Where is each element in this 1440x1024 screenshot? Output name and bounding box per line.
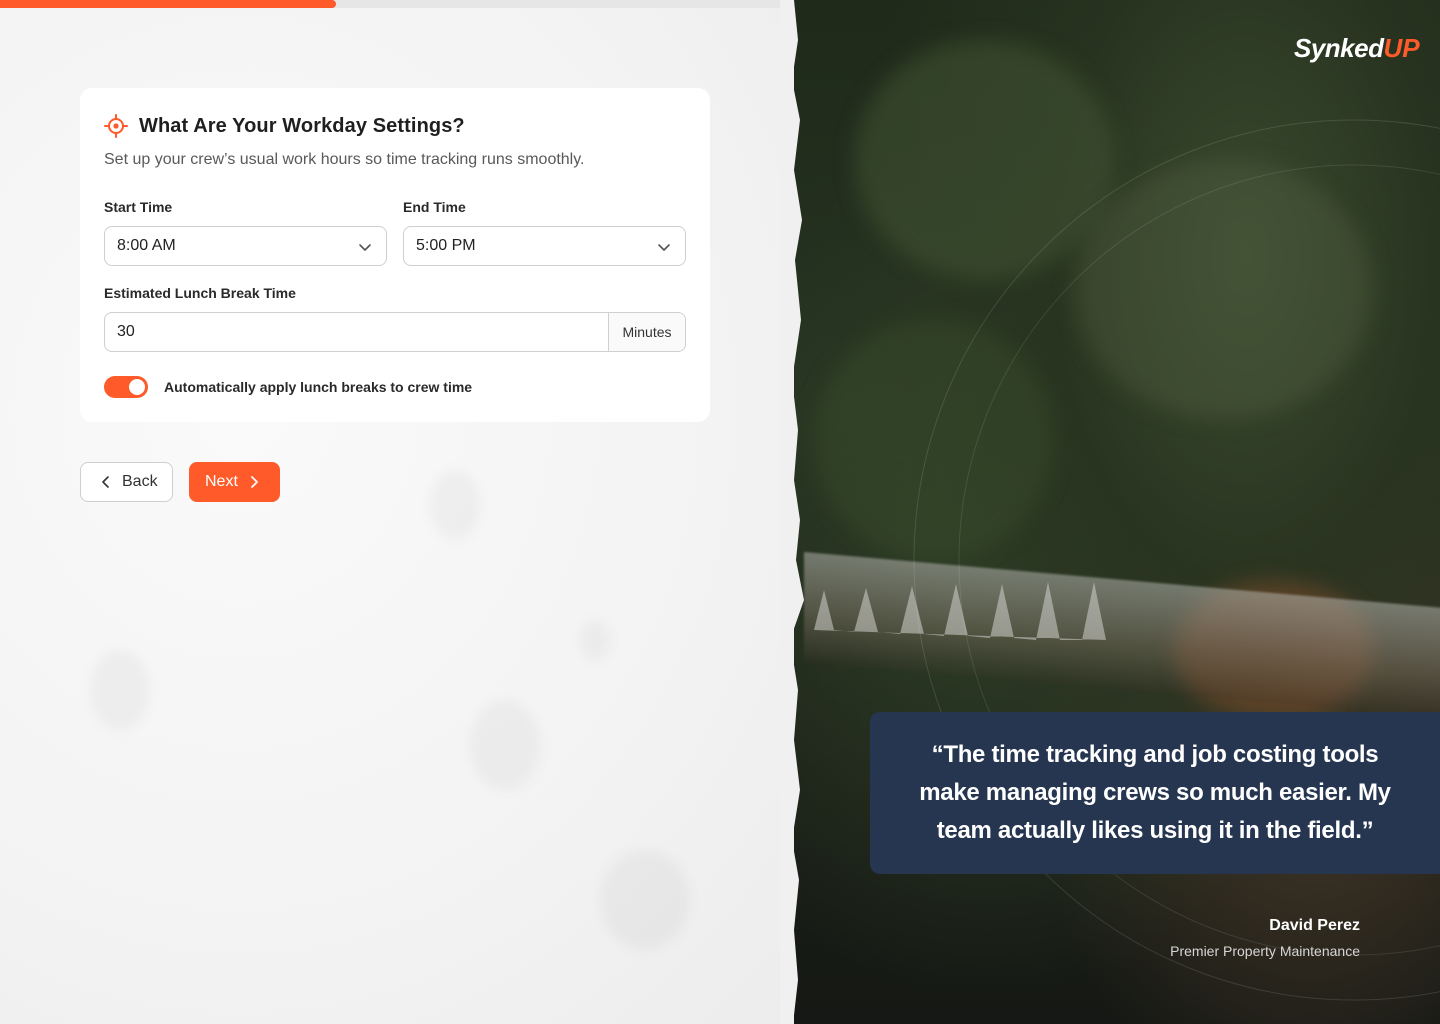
next-button-label: Next xyxy=(205,473,238,490)
testimonial-quote: “The time tracking and job costing tools… xyxy=(919,741,1391,844)
end-time-select[interactable]: 5:00 PM xyxy=(403,226,686,266)
minutes-unit-addon: Minutes xyxy=(608,313,685,351)
start-time-value: 8:00 AM xyxy=(117,237,176,254)
background-texture xyxy=(580,620,610,660)
end-time-label: End Time xyxy=(403,199,466,215)
target-icon xyxy=(104,114,128,138)
toggle-knob xyxy=(129,379,145,395)
chevron-down-icon xyxy=(359,244,371,251)
lunch-break-field: Minutes xyxy=(104,312,686,352)
setup-pane: What Are Your Workday Settings? Set up y… xyxy=(0,0,800,1024)
background-texture xyxy=(430,470,480,540)
testimonial-company: Premier Property Maintenance xyxy=(1170,943,1360,959)
end-time-value: 5:00 PM xyxy=(416,237,476,254)
auto-apply-row: Automatically apply lunch breaks to crew… xyxy=(104,376,472,398)
chevron-left-icon xyxy=(102,476,109,488)
synkedup-logo: Synked UP xyxy=(1294,30,1420,66)
testimonial-quote-box: “The time tracking and job costing tools… xyxy=(870,712,1440,874)
back-button[interactable]: Back xyxy=(80,462,173,502)
next-button[interactable]: Next xyxy=(189,462,280,502)
chevron-down-icon xyxy=(658,244,670,251)
progress-bar xyxy=(0,0,794,8)
card-subtitle: Set up your crew’s usual work hours so t… xyxy=(104,151,585,168)
background-texture xyxy=(600,850,690,950)
card-title: What Are Your Workday Settings? xyxy=(139,114,465,137)
foliage-texture xyxy=(1074,160,1374,420)
lunch-break-label: Estimated Lunch Break Time xyxy=(104,285,296,301)
progress-bar-fill xyxy=(0,0,336,8)
start-time-label: Start Time xyxy=(104,199,173,215)
foliage-texture xyxy=(814,320,1054,560)
foliage-texture xyxy=(854,40,1114,280)
testimonial-author: David Perez xyxy=(1269,917,1360,934)
auto-apply-lunch-toggle[interactable] xyxy=(104,376,148,398)
back-button-label: Back xyxy=(122,473,158,490)
workday-settings-card: What Are Your Workday Settings? Set up y… xyxy=(80,88,710,422)
chevron-right-icon xyxy=(251,476,258,488)
lunch-break-input[interactable] xyxy=(105,313,608,351)
start-time-select[interactable]: 8:00 AM xyxy=(104,226,387,266)
logo-main-text: Synked xyxy=(1294,32,1384,63)
logo-accent-text: UP xyxy=(1383,32,1420,63)
background-texture xyxy=(90,650,150,730)
background-texture xyxy=(470,700,540,790)
card-header: What Are Your Workday Settings? xyxy=(104,114,465,138)
torn-paper-edge xyxy=(780,0,804,1024)
auto-apply-lunch-label: Automatically apply lunch breaks to crew… xyxy=(164,379,473,395)
hedge-trimmer-teeth xyxy=(814,582,1106,640)
